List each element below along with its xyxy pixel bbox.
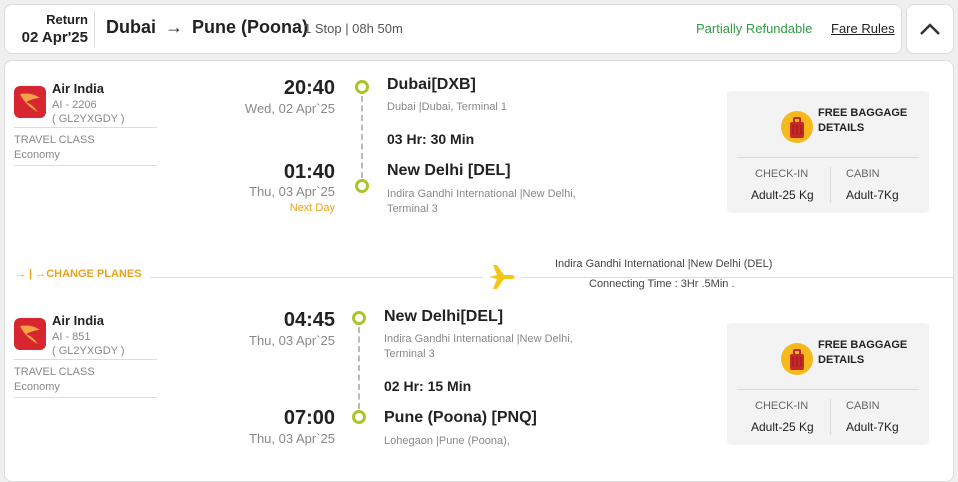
cabin-value: Adult-7Kg: [846, 420, 899, 434]
route-line: [361, 96, 363, 178]
air-india-logo-icon: [14, 318, 46, 350]
next-day-note: Next Day: [289, 202, 335, 214]
airline-name: Air India: [52, 313, 105, 328]
arrival-time: 01:40: [283, 161, 335, 183]
chevron-up-icon: [920, 23, 940, 35]
checkin-label: CHECK-IN: [755, 168, 809, 180]
baggage-icon: [781, 111, 813, 143]
checkin-value: Adult-25 Kg: [751, 420, 814, 434]
departure-dot-icon: [355, 80, 369, 94]
flight-number: AI - 2206: [52, 99, 97, 111]
collapse-button[interactable]: [906, 4, 954, 54]
connecting-time: Connecting Time : 3Hr .5Min .: [589, 278, 735, 290]
route-arrow-icon: →: [165, 17, 184, 37]
arrival-date: Thu, 03 Apr`25: [249, 184, 335, 199]
departure-time: 20:40: [283, 77, 335, 99]
fare-rules-link[interactable]: Fare Rules: [831, 21, 895, 36]
arrival-date: Thu, 03 Apr`25: [249, 431, 335, 446]
cabin-label: CABIN: [846, 168, 880, 180]
divider: [14, 165, 157, 166]
arrival-dot-icon: [355, 179, 369, 193]
divider: [14, 359, 157, 360]
arrival-time: 07:00: [283, 407, 335, 429]
departure-airport-detail: Dubai |Dubai, Terminal 1: [387, 101, 508, 113]
travel-class: Economy: [14, 149, 60, 161]
arrival-airport: Pune (Poona) [PNQ]: [384, 409, 537, 426]
arrival-airport-detail: Lohegaon |Pune (Poona),: [384, 435, 510, 447]
travel-class: Economy: [14, 381, 60, 393]
refund-status: Partially Refundable: [696, 21, 813, 36]
divider: [14, 397, 157, 398]
change-planes-label: → | →CHANGE PLANES: [5, 268, 150, 280]
departure-date: Wed, 02 Apr`25: [244, 101, 335, 116]
departure-time: 04:45: [283, 309, 335, 331]
baggage-title: FREE BAGGAGE DETAILS: [818, 339, 908, 366]
baggage-panel: FREE BAGGAGE DETAILS CHECK-IN Adult-25 K…: [727, 91, 929, 213]
air-india-logo-icon: [14, 86, 46, 118]
departure-airport-detail: Indira Gandhi International |New Delhi, …: [384, 333, 573, 360]
departure-airport: Dubai[DXB]: [387, 76, 476, 93]
layover-airport: Indira Gandhi International |New Delhi (…: [551, 258, 777, 270]
departure-airport: New Delhi[DEL]: [384, 308, 504, 325]
itinerary-header: Return 02 Apr'25 Dubai → Pune (Poona) 1 …: [4, 4, 902, 54]
stops-duration: 1 Stop | 08h 50m: [304, 21, 403, 36]
return-date: 02 Apr'25: [21, 29, 88, 46]
flight-details-card: Air India AI - 2206 ( GL2YXGDY ) TRAVEL …: [4, 60, 954, 482]
header-divider: [94, 11, 95, 47]
airline-name: Air India: [52, 81, 105, 96]
cabin-label: CABIN: [846, 400, 880, 412]
return-label: Return: [46, 12, 88, 27]
plane-icon: [483, 263, 521, 296]
baggage-panel: FREE BAGGAGE DETAILS CHECK-IN Adult-25 K…: [727, 323, 929, 445]
flight-duration: 02 Hr: 15 Min: [384, 378, 472, 394]
origin-city: Dubai: [106, 17, 157, 37]
checkin-value: Adult-25 Kg: [751, 188, 814, 202]
baggage-title: FREE BAGGAGE DETAILS: [818, 107, 908, 134]
pnr: ( GL2YXGDY ): [52, 345, 125, 357]
divider: [737, 389, 919, 390]
arrival-airport: New Delhi [DEL]: [387, 162, 511, 179]
destination-city: Pune (Poona): [192, 17, 309, 37]
travel-class-label: TRAVEL CLASS: [14, 134, 95, 146]
route-line: [358, 327, 360, 409]
departure-date: Thu, 03 Apr`25: [249, 333, 335, 348]
departure-dot-icon: [352, 311, 366, 325]
pnr: ( GL2YXGDY ): [52, 113, 125, 125]
baggage-icon: [781, 343, 813, 375]
arrival-dot-icon: [352, 410, 366, 424]
divider: [830, 167, 831, 203]
travel-class-label: TRAVEL CLASS: [14, 366, 95, 378]
divider: [14, 127, 157, 128]
divider: [737, 157, 919, 158]
flight-duration: 03 Hr: 30 Min: [387, 131, 475, 147]
flight-number: AI - 851: [52, 331, 91, 343]
divider: [830, 399, 831, 435]
route-title: Dubai → Pune (Poona): [106, 17, 308, 38]
arrival-airport-detail: Indira Gandhi International |New Delhi, …: [387, 188, 576, 215]
checkin-label: CHECK-IN: [755, 400, 809, 412]
cabin-value: Adult-7Kg: [846, 188, 899, 202]
